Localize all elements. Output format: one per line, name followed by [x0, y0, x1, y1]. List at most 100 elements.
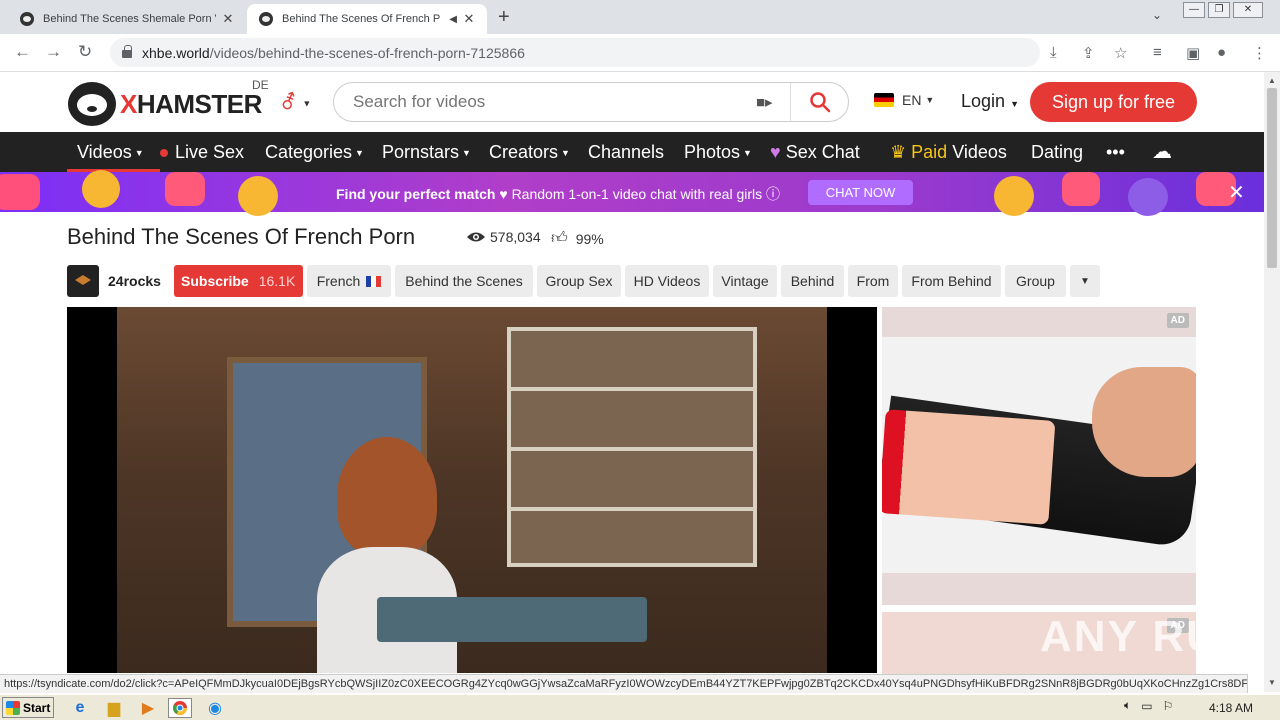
- tab-search-button[interactable]: ⌄: [1152, 8, 1162, 22]
- tag-chip[interactable]: Group Sex: [537, 265, 621, 297]
- tag-chip[interactable]: From Behind: [902, 265, 1001, 297]
- nav-sex-chat[interactable]: ♥ Sex Chat: [770, 142, 860, 163]
- upload-cloud-icon[interactable]: ☁: [1152, 139, 1172, 164]
- smile-emoji-icon: [82, 170, 120, 208]
- logo-wordmark: XHAMSTER: [120, 88, 262, 119]
- ad-badge: AD: [1166, 313, 1189, 328]
- info-icon: ⓘ: [766, 186, 781, 202]
- rating[interactable]: 👍︎ 99%: [551, 229, 604, 248]
- thumbs-up-icon: 👍︎: [551, 230, 568, 247]
- forward-arrow-icon[interactable]: →: [45, 42, 62, 62]
- nav-pornstars[interactable]: Pornstars ▼: [382, 142, 471, 163]
- page-scrollbar[interactable]: ▲ ▼: [1264, 72, 1280, 692]
- eye-icon: [467, 232, 485, 242]
- close-tab-icon[interactable]: ✕: [220, 11, 236, 27]
- language-selector[interactable]: EN ▼: [874, 92, 934, 108]
- ie-icon[interactable]: e: [68, 698, 92, 718]
- region-label: DE: [252, 78, 269, 92]
- minimize-button[interactable]: —: [1183, 2, 1205, 18]
- signup-button[interactable]: Sign up for free: [1030, 82, 1197, 122]
- close-icon[interactable]: ✕: [1228, 180, 1245, 205]
- nav-paid-videos[interactable]: ♛ Paid Videos: [890, 142, 1007, 163]
- nav-live-sex[interactable]: Live Sex: [160, 142, 244, 163]
- share-icon[interactable]: ⇪: [1082, 44, 1095, 62]
- menu-dots-icon[interactable]: ⋮: [1252, 44, 1267, 62]
- tag-chip[interactable]: HD Videos: [625, 265, 709, 297]
- france-flag-icon: [366, 275, 382, 287]
- language-label: EN: [902, 92, 922, 108]
- browser-tab-1[interactable]: Behind The Scenes Shemale Porn Vid ✕: [8, 4, 246, 34]
- edge-icon[interactable]: ◉: [203, 698, 227, 718]
- chat-heart-icon: ♥: [770, 142, 781, 162]
- back-arrow-icon[interactable]: ←: [14, 42, 31, 62]
- heart-icon: [0, 174, 40, 210]
- profile-icon[interactable]: ●: [1217, 44, 1226, 61]
- expand-tags-chevron-icon[interactable]: ▼: [1070, 265, 1100, 297]
- site-header: XHAMSTER DE ⚦ ▼ ■▸ EN ▼ Login ▼ Sign up …: [0, 72, 1264, 132]
- video-frame: [117, 307, 827, 673]
- new-tab-button[interactable]: +: [498, 6, 510, 29]
- tag-chip[interactable]: French: [307, 265, 391, 297]
- restore-button[interactable]: ❐: [1208, 2, 1230, 18]
- chrome-icon[interactable]: [168, 698, 192, 718]
- install-icon[interactable]: ⤓: [1050, 44, 1057, 61]
- tab-strip: Behind The Scenes Shemale Porn Vid ✕ Beh…: [0, 0, 1280, 34]
- scroll-up-arrow-icon[interactable]: ▲: [1268, 76, 1276, 85]
- search-input[interactable]: [334, 92, 734, 112]
- chat-now-button[interactable]: CHAT NOW: [808, 180, 913, 205]
- close-window-button[interactable]: ✕: [1233, 2, 1263, 18]
- video-player[interactable]: [67, 307, 877, 673]
- nav-channels[interactable]: Channels: [588, 142, 664, 163]
- tag-chip[interactable]: Behind: [781, 265, 844, 297]
- tag-chip[interactable]: From: [848, 265, 898, 297]
- tab-title: Behind The Scenes Shemale Porn Vid: [43, 13, 216, 25]
- start-button[interactable]: Start: [2, 697, 54, 718]
- tag-chip[interactable]: Vintage: [713, 265, 777, 297]
- promo-banner[interactable]: Find your perfect match ♥ Random 1-on-1 …: [0, 170, 1264, 216]
- video-title: Behind The Scenes Of French Porn: [67, 224, 416, 249]
- subscribe-button[interactable]: Subscribe 16.1K: [174, 265, 303, 297]
- browser-toolbar: ← → ↻ xhbe.world/videos/behind-the-scene…: [0, 34, 1280, 72]
- scroll-thumb[interactable]: [1267, 88, 1277, 268]
- tab-title: Behind The Scenes Of French P: [282, 13, 441, 25]
- nav-more[interactable]: •••: [1106, 142, 1125, 163]
- close-tab-icon[interactable]: ✕: [461, 11, 477, 27]
- nav-photos[interactable]: Photos ▼: [684, 142, 752, 163]
- login-button[interactable]: Login ▼: [961, 91, 1019, 112]
- flag-icon[interactable]: ⚐: [1163, 699, 1174, 713]
- nav-dating[interactable]: Dating: [1031, 142, 1083, 163]
- nav-categories[interactable]: Categories ▼: [265, 142, 364, 163]
- network-icon[interactable]: ▭: [1141, 699, 1152, 713]
- heart-icon: [165, 172, 205, 206]
- hamster-logo-icon: [68, 82, 116, 126]
- typewriter: [377, 597, 647, 642]
- heart-icon: [1062, 172, 1100, 206]
- ad-banner[interactable]: AD: [882, 307, 1196, 605]
- gender-selector[interactable]: ⚦ ▼: [280, 90, 311, 115]
- audio-playing-icon[interactable]: ◀︎: [449, 14, 457, 25]
- channel-avatar[interactable]: [67, 265, 99, 297]
- folder-icon[interactable]: ▆: [102, 698, 126, 718]
- browser-tab-2[interactable]: Behind The Scenes Of French P ◀︎ ✕: [247, 4, 487, 34]
- bookmark-star-icon[interactable]: ☆: [1114, 44, 1127, 62]
- crown-icon: ♛: [890, 142, 907, 162]
- reload-icon[interactable]: ↻: [78, 42, 92, 62]
- scroll-down-arrow-icon[interactable]: ▼: [1268, 678, 1276, 687]
- channel-name[interactable]: 24rocks: [108, 273, 161, 289]
- side-panel-icon[interactable]: ▣: [1186, 44, 1200, 62]
- search-icon[interactable]: [808, 90, 832, 114]
- lock-icon[interactable]: [122, 45, 132, 58]
- media-player-icon[interactable]: ▶: [136, 698, 160, 718]
- nav-videos[interactable]: Videos ▼: [67, 142, 160, 172]
- video-camera-icon[interactable]: ■▸: [756, 93, 773, 111]
- main-nav: Videos ▼ Live Sex Categories ▼ Pornstars ▼ …: [0, 132, 1264, 172]
- gender-icon: ⚦: [280, 92, 297, 114]
- tag-chip[interactable]: Group: [1005, 265, 1066, 297]
- address-bar[interactable]: xhbe.world/videos/behind-the-scenes-of-f…: [110, 38, 1040, 67]
- tag-chip[interactable]: Behind the Scenes: [395, 265, 533, 297]
- windows-logo-icon: [6, 700, 20, 715]
- volume-icon[interactable]: 🔈︎: [1124, 698, 1131, 713]
- media-control-icon[interactable]: ≡: [1153, 44, 1162, 61]
- site-logo[interactable]: XHAMSTER: [68, 82, 262, 126]
- nav-creators[interactable]: Creators ▼: [489, 142, 570, 163]
